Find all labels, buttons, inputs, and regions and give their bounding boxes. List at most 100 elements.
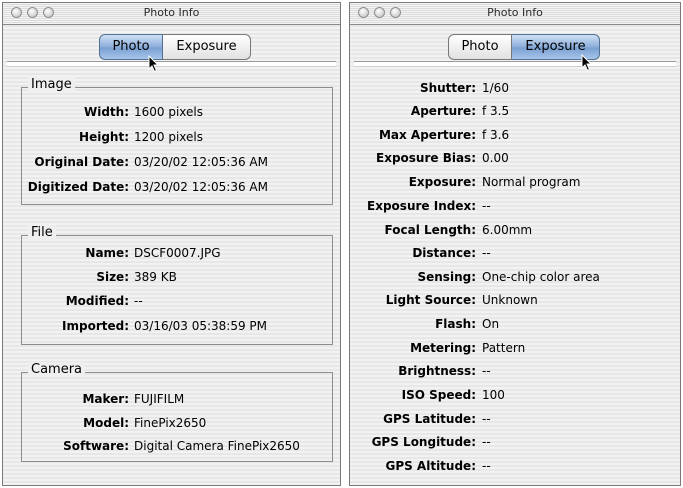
info-row-imported: Imported: 03/16/03 05:38:59 PM (22, 319, 332, 339)
group-label-image: Image (28, 77, 75, 92)
field-label: Size: (96, 270, 129, 284)
file-group: File Name: DSCF0007.JPG Size: 389 KB Mod… (21, 225, 333, 345)
field-value: 389 KB (134, 270, 177, 284)
info-row-width: Width: 1600 pixels (22, 105, 332, 125)
info-row-gps-longitude: GPS Longitude: -- (350, 435, 680, 455)
tab-bar: Photo Exposure (350, 34, 680, 61)
field-label: Exposure Bias: (376, 151, 476, 165)
field-value: 03/20/02 12:05:36 AM (134, 180, 268, 194)
field-value: -- (482, 435, 491, 449)
field-value: -- (482, 364, 491, 378)
info-row-flash: Flash: On (350, 317, 680, 337)
field-value: One-chip color area (482, 270, 600, 284)
field-value: Digital Camera FinePix2650 (134, 439, 300, 453)
photo-info-window-photo-tab: Photo Info Photo Exposure Image Width: 1… (2, 2, 341, 486)
field-value: 6.00mm (482, 223, 533, 237)
field-value: 1600 pixels (134, 105, 204, 119)
field-value: 0.00 (482, 151, 509, 165)
field-label: Imported: (62, 319, 129, 333)
window-title: Photo Info (487, 6, 543, 19)
field-label: Maker: (82, 392, 129, 406)
field-label: Model: (83, 416, 129, 430)
field-label: GPS Longitude: (371, 435, 476, 449)
field-value: FUJIFILM (134, 392, 185, 406)
field-value: -- (482, 412, 491, 426)
field-label: Software: (63, 439, 129, 453)
info-row-metering: Metering: Pattern (350, 341, 680, 361)
field-label: Modified: (65, 294, 129, 308)
camera-group: Camera Maker: FUJIFILM Model: FinePix265… (21, 362, 333, 462)
info-row-exposure: Exposure: Normal program (350, 175, 680, 195)
field-value: FinePix2650 (134, 416, 207, 430)
field-label: Sensing: (417, 270, 476, 284)
field-label: Width: (83, 105, 129, 119)
field-label: ISO Speed: (401, 388, 476, 402)
info-row-sensing: Sensing: One-chip color area (350, 270, 680, 290)
field-value: Pattern (482, 341, 526, 355)
info-row-gps-altitude: GPS Altitude: -- (350, 459, 680, 479)
field-label: Metering: (410, 341, 476, 355)
tab-divider (7, 61, 336, 67)
field-value: Unknown (482, 293, 538, 307)
info-row-software: Software: Digital Camera FinePix2650 (22, 439, 332, 459)
field-value: 1/60 (482, 81, 509, 95)
info-row-original-date: Original Date: 03/20/02 12:05:36 AM (22, 155, 332, 175)
info-row-exposure-bias: Exposure Bias: 0.00 (350, 151, 680, 171)
field-label: GPS Latitude: (383, 412, 476, 426)
info-row-iso-speed: ISO Speed: 100 (350, 388, 680, 408)
field-value: On (482, 317, 500, 331)
info-row-max-aperture: Max Aperture: f 3.6 (350, 128, 680, 148)
info-row-exposure-index: Exposure Index: -- (350, 199, 680, 219)
field-label: Aperture: (410, 104, 476, 118)
field-value: -- (482, 246, 491, 260)
info-row-shutter: Shutter: 1/60 (350, 81, 680, 101)
field-label: Brightness: (398, 364, 476, 378)
field-label: Exposure: (408, 175, 476, 189)
window-title: Photo Info (143, 6, 200, 19)
field-label: Light Source: (385, 293, 476, 307)
field-value: Normal program (482, 175, 581, 189)
field-value: f 3.6 (482, 128, 510, 142)
tab-divider (354, 61, 676, 67)
tab-bar: Photo Exposure (3, 34, 340, 61)
tab-photo[interactable]: Photo (448, 34, 512, 60)
field-label: GPS Altitude: (385, 459, 476, 473)
field-value: DSCF0007.JPG (134, 246, 221, 260)
info-row-digitized-date: Digitized Date: 03/20/02 12:05:36 AM (22, 180, 332, 200)
field-value: 100 (482, 388, 505, 402)
field-label: Exposure Index: (367, 199, 476, 213)
info-row-light-source: Light Source: Unknown (350, 293, 680, 313)
info-row-modified: Modified: -- (22, 294, 332, 314)
info-row-model: Model: FinePix2650 (22, 416, 332, 436)
title-bar[interactable]: Photo Info (350, 3, 680, 25)
photo-info-window-exposure-tab: Photo Info Photo Exposure Shutter: 1/60 … (349, 2, 681, 486)
mouse-pointer-icon (148, 55, 160, 73)
info-row-size: Size: 389 KB (22, 270, 332, 290)
info-row-name: Name: DSCF0007.JPG (22, 246, 332, 266)
info-row-maker: Maker: FUJIFILM (22, 392, 332, 412)
info-row-brightness: Brightness: -- (350, 364, 680, 384)
tab-exposure[interactable]: Exposure (163, 34, 251, 60)
group-label-camera: Camera (28, 362, 86, 377)
field-value: 03/16/03 05:38:59 PM (134, 319, 268, 333)
info-row-height: Height: 1200 pixels (22, 130, 332, 150)
field-value: -- (134, 294, 143, 308)
field-value: -- (482, 459, 491, 473)
group-label-file: File (28, 225, 56, 240)
info-row-focal-length: Focal Length: 6.00mm (350, 223, 680, 243)
field-label: Height: (79, 130, 129, 144)
field-label: Focal Length: (384, 223, 476, 237)
field-label: Max Aperture: (378, 128, 476, 142)
title-bar[interactable]: Photo Info (3, 3, 340, 25)
field-label: Digitized Date: (27, 180, 129, 194)
field-value: 1200 pixels (134, 130, 204, 144)
field-label: Name: (85, 246, 129, 260)
image-group: Image Width: 1600 pixels Height: 1200 pi… (21, 77, 333, 205)
mouse-pointer-icon (581, 54, 593, 72)
info-row-gps-latitude: GPS Latitude: -- (350, 412, 680, 432)
field-label: Flash: (435, 317, 476, 331)
field-value: 03/20/02 12:05:36 AM (134, 155, 268, 169)
info-row-distance: Distance: -- (350, 246, 680, 266)
field-value: -- (482, 199, 491, 213)
field-value: f 3.5 (482, 104, 510, 118)
